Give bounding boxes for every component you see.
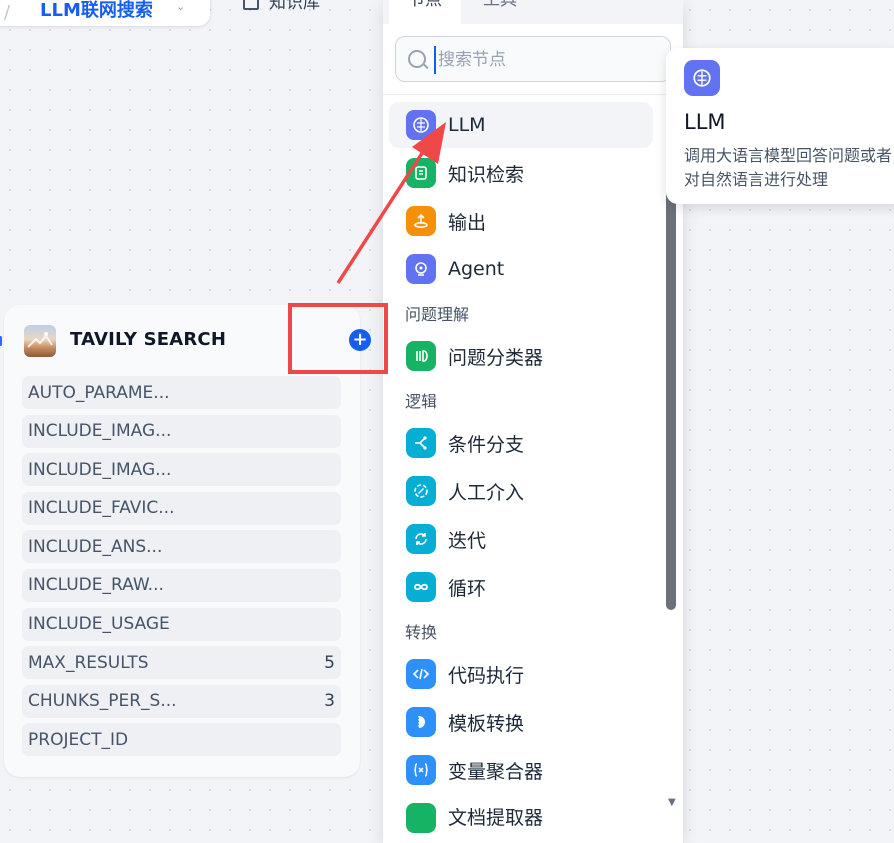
node-item-label: 代码执行 (448, 664, 525, 687)
param-name: INCLUDE_IMAG... (28, 421, 172, 442)
human-icon (406, 476, 436, 506)
search-box (395, 36, 671, 82)
node-item-llm[interactable]: LLM (389, 102, 653, 148)
param-row: INCLUDE_IMAG... (22, 414, 341, 448)
node-item-human-input[interactable]: 人工介入 (389, 468, 653, 514)
param-row: PROJECT_ID (22, 723, 341, 757)
brain-icon (684, 60, 720, 96)
param-row: INCLUDE_ANS... (22, 530, 341, 564)
template-icon (406, 707, 436, 737)
param-name: MAX_RESULTS (28, 652, 149, 673)
node-item-label: 知识检索 (448, 163, 525, 186)
tavily-search-node[interactable]: TAVILY SEARCH + AUTO_PARAME... INCLUDE_I… (4, 305, 371, 777)
node-input-handle[interactable] (0, 336, 2, 346)
breadcrumb: / LLM联网搜索 ⌄ (0, 0, 210, 26)
agent-icon (406, 254, 436, 284)
node-item-output[interactable]: 输出 (389, 198, 653, 244)
iteration-icon (406, 524, 436, 554)
node-item-agent[interactable]: Agent (389, 246, 653, 292)
section-understanding: 问题理解 (405, 305, 470, 324)
tooltip-title: LLM (684, 110, 726, 134)
node-tooltip: LLM 调用大语言模型回答问题或者对自然语言进行处理 (666, 48, 894, 204)
node-item-label: 条件分支 (448, 433, 525, 456)
loop-icon (406, 572, 436, 602)
node-item-label: 循环 (448, 577, 487, 600)
node-item-label: 变量聚合器 (448, 760, 544, 783)
node-picker-panel: 节点 工具 LLM 知识检索 输出 Agent 问题理解 问题分类器 (383, 0, 683, 843)
node-item-variable-aggregator[interactable]: 变量聚合器 (389, 747, 653, 793)
param-value: 5 (324, 652, 335, 673)
param-row: INCLUDE_FAVIC... (22, 491, 341, 525)
node-item-label: 人工介入 (448, 481, 525, 504)
brain-icon (406, 110, 436, 140)
classifier-icon (406, 341, 436, 371)
picker-tabs: 节点 工具 (383, 0, 683, 24)
param-row: AUTO_PARAME... (22, 376, 341, 409)
tab-tools[interactable]: 工具 (483, 0, 517, 24)
param-name: INCLUDE_ANS... (28, 536, 163, 557)
chevron-down-icon[interactable]: ⌄ (176, 0, 185, 13)
node-item-question-classifier[interactable]: 问题分类器 (389, 333, 653, 379)
node-item-label: 问题分类器 (448, 346, 544, 369)
knowledge-base-label: 知识库 (269, 0, 320, 13)
param-name: INCLUDE_IMAG... (28, 459, 172, 480)
scroll-down-arrow-icon[interactable]: ▼ (668, 797, 676, 808)
search-input[interactable] (434, 46, 660, 74)
param-name: CHUNKS_PER_S... (28, 691, 177, 712)
section-logic: 逻辑 (405, 392, 438, 411)
node-item-code[interactable]: 代码执行 (389, 651, 653, 697)
knowledge-icon (406, 158, 436, 188)
document-icon (406, 803, 436, 833)
node-item-if-else[interactable]: 条件分支 (389, 420, 653, 466)
node-item-document-extractor[interactable]: 文档提取器 (389, 795, 653, 833)
node-item-knowledge-retrieval[interactable]: 知识检索 (389, 150, 653, 196)
param-name: AUTO_PARAME... (28, 382, 170, 403)
section-transform: 转换 (405, 623, 438, 642)
param-row: INCLUDE_IMAG... (22, 453, 341, 487)
search-icon (408, 50, 426, 68)
book-icon (243, 0, 259, 10)
param-value: 3 (324, 691, 335, 712)
code-icon (406, 659, 436, 689)
param-row: INCLUDE_USAGE (22, 607, 341, 641)
param-name: PROJECT_ID (28, 729, 129, 750)
node-item-label: 文档提取器 (448, 807, 544, 829)
tooltip-description: 调用大语言模型回答问题或者对自然语言进行处理 (684, 146, 893, 189)
node-item-template[interactable]: 模板转换 (389, 699, 653, 745)
workflow-title[interactable]: LLM联网搜索 (40, 0, 153, 22)
param-row: MAX_RESULTS 5 (22, 646, 341, 680)
param-row: INCLUDE_RAW... (22, 568, 341, 602)
node-item-loop[interactable]: 循环 (389, 564, 653, 610)
param-row: CHUNKS_PER_S... 3 (22, 684, 341, 718)
highlight-box (288, 303, 388, 374)
node-item-label: 输出 (448, 211, 487, 234)
node-title: TAVILY SEARCH (70, 329, 227, 350)
param-name: INCLUDE_USAGE (28, 614, 170, 635)
node-item-label: Agent (448, 258, 505, 280)
branch-icon (406, 428, 436, 458)
tavily-logo-icon (24, 325, 56, 357)
node-item-label: 模板转换 (448, 712, 525, 735)
breadcrumb-separator: / (4, 2, 11, 23)
param-name: INCLUDE_RAW... (28, 575, 164, 596)
knowledge-base-tab[interactable]: 知识库 (243, 0, 320, 13)
tab-nodes[interactable]: 节点 (389, 0, 461, 24)
node-item-iteration[interactable]: 迭代 (389, 516, 653, 562)
param-name: INCLUDE_FAVIC... (28, 498, 175, 519)
output-icon (406, 206, 436, 236)
divider (383, 94, 683, 95)
node-item-label: LLM (448, 114, 486, 136)
node-item-label: 迭代 (448, 529, 487, 552)
variable-icon (406, 755, 436, 785)
param-list: AUTO_PARAME... INCLUDE_IMAG... INCLUDE_I… (22, 376, 341, 762)
